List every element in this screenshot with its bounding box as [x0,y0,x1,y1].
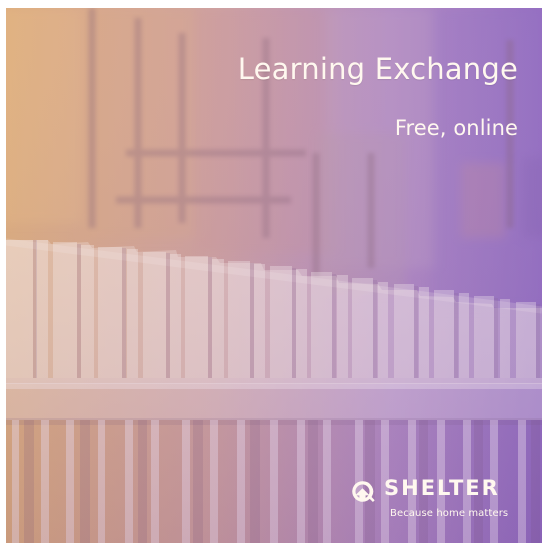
blurred-building-fence-background [6,8,542,543]
brand-tagline: Because home matters [390,508,509,519]
shelter-logo: SHELTER Because home matters [350,476,510,519]
page-frame: Learning Exchange Free, online SHELTER B… [0,0,542,543]
shelter-logo-icon [352,481,375,502]
artwork-subheadline: Free, online [394,116,518,140]
brand-name: SHELTER [384,476,500,500]
learning-exchange-artwork: Learning Exchange Free, online SHELTER B… [6,8,542,543]
artwork-headline: Learning Exchange [237,52,518,86]
